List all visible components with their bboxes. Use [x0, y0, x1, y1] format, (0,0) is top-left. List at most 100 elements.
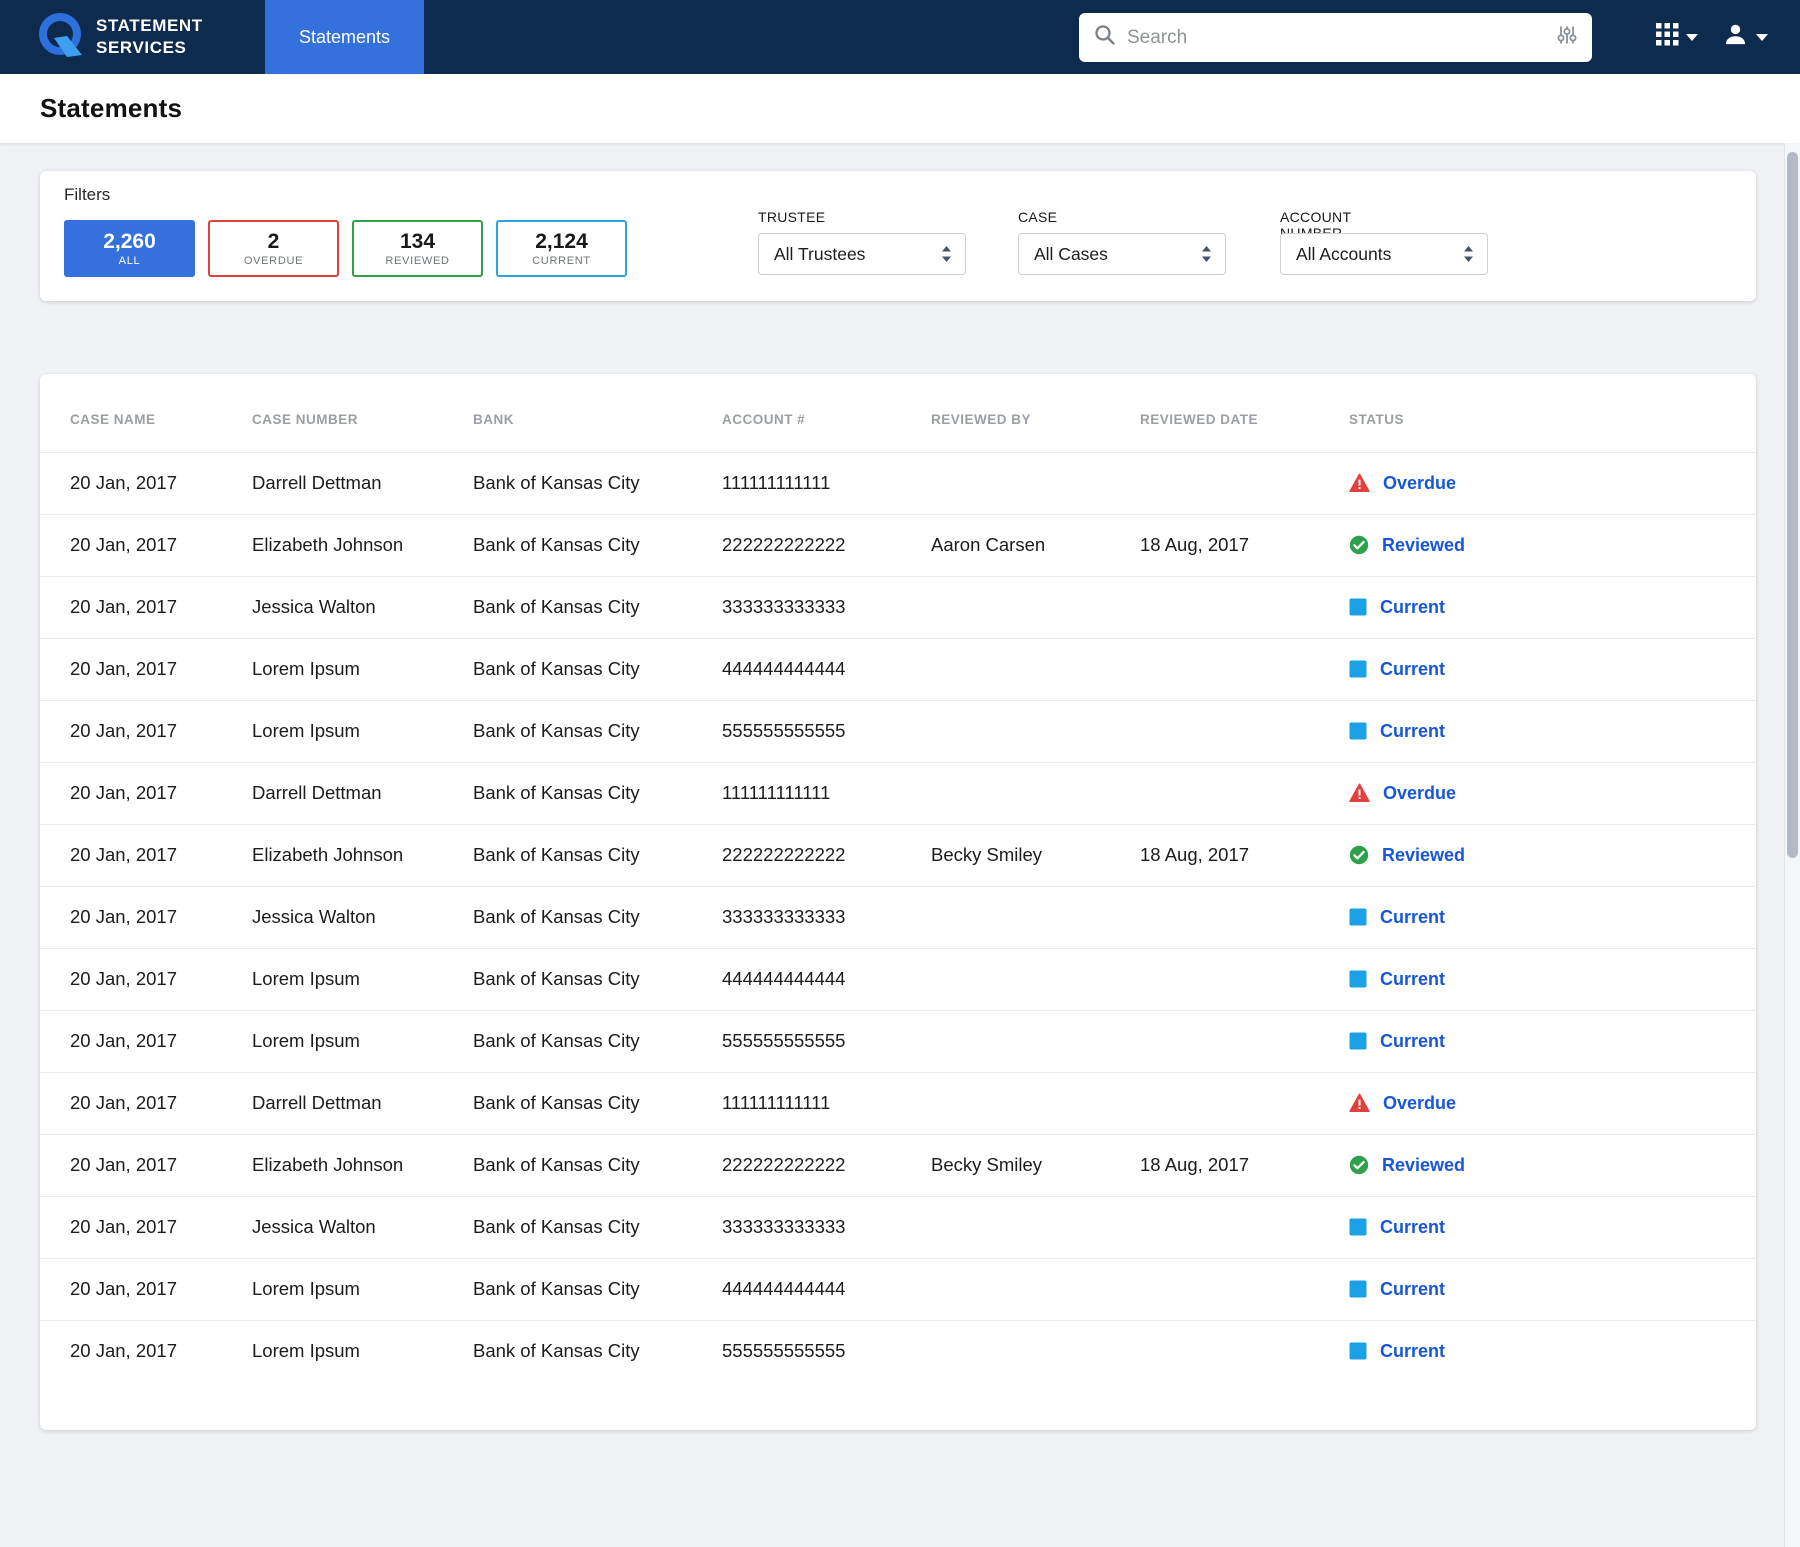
cell-bank: Bank of Kansas City: [473, 699, 722, 762]
cell-bank: Bank of Kansas City: [473, 1133, 722, 1196]
filter-box-reviewed[interactable]: 134 REVIEWED: [352, 220, 483, 277]
table-row[interactable]: 20 Jan, 2017 Jessica Walton Bank of Kansas…: [40, 575, 1756, 638]
square-icon: [1349, 598, 1367, 616]
account-menu-button[interactable]: [1722, 21, 1768, 53]
cell-bank: Bank of Kansas City: [473, 885, 722, 948]
filter-box-current[interactable]: 2,124 CURRENT: [496, 220, 627, 277]
status-badge[interactable]: Current: [1349, 887, 1748, 948]
page-title: Statements: [40, 93, 183, 123]
cell-reviewed-by: [931, 1009, 1140, 1072]
status-label: Current: [1380, 1030, 1446, 1051]
cell-reviewed-by: [931, 451, 1140, 514]
cell-bank: Bank of Kansas City: [473, 1319, 722, 1382]
cell-case-number: Darrell Dettman: [252, 1071, 473, 1134]
cell-status: Current: [1349, 575, 1756, 638]
top-navigation-bar: STATEMENT SERVICES Statements: [0, 0, 1800, 74]
status-badge[interactable]: Current: [1349, 1011, 1748, 1072]
chevron-down-icon: [1686, 33, 1698, 41]
status-badge[interactable]: Current: [1349, 1321, 1748, 1382]
logo-q-icon: [37, 11, 85, 64]
status-badge[interactable]: Current: [1349, 1197, 1748, 1258]
table-row[interactable]: 20 Jan, 2017 Elizabeth Johnson Bank of Kan…: [40, 1133, 1756, 1196]
status-label: Overdue: [1383, 1092, 1457, 1113]
square-icon: [1349, 970, 1367, 988]
table-row[interactable]: 20 Jan, 2017 Darrell Dettman Bank of Kansa…: [40, 1071, 1756, 1134]
overdue-count: 2: [267, 229, 280, 253]
status-badge[interactable]: Overdue: [1349, 763, 1748, 824]
tab-statements[interactable]: Statements: [265, 0, 424, 74]
brand[interactable]: STATEMENT SERVICES: [0, 11, 203, 64]
status-badge[interactable]: Current: [1349, 1259, 1748, 1320]
status-badge[interactable]: Current: [1349, 577, 1748, 638]
status-badge[interactable]: Current: [1349, 949, 1748, 1010]
cell-reviewed-date: [1140, 699, 1349, 762]
cell-bank: Bank of Kansas City: [473, 575, 722, 638]
all-count: 2,260: [103, 229, 156, 253]
table-row[interactable]: 20 Jan, 2017 Jessica Walton Bank of Kansas…: [40, 1195, 1756, 1258]
table-row[interactable]: 20 Jan, 2017 Darrell Dettman Bank of Kansa…: [40, 761, 1756, 824]
status-badge[interactable]: Current: [1349, 701, 1748, 762]
cell-account: 444444444444: [722, 1257, 931, 1320]
table-row[interactable]: 20 Jan, 2017 Darrell Dettman Bank of Kansa…: [40, 451, 1756, 514]
cell-case-name: 20 Jan, 2017: [40, 637, 252, 700]
case-select[interactable]: All Cases: [1018, 233, 1226, 275]
status-badge[interactable]: Reviewed: [1349, 1135, 1748, 1196]
search-bar: [1079, 13, 1592, 62]
statements-table: CASE NAME CASE NUMBER BANK ACCOUNT # REVIEWE…: [40, 374, 1756, 1382]
all-label: ALL: [118, 255, 141, 268]
filter-box-all[interactable]: 2,260 ALL: [64, 220, 195, 277]
square-icon: [1349, 722, 1367, 740]
cell-status: Current: [1349, 885, 1756, 948]
table-row[interactable]: 20 Jan, 2017 Jessica Walton Bank of Kansas…: [40, 885, 1756, 948]
table-row[interactable]: 20 Jan, 2017 Lorem Ipsum Bank of Kansas Ci…: [40, 1319, 1756, 1382]
column-header-3: ACCOUNT #: [722, 412, 806, 428]
filter-box-overdue[interactable]: 2 OVERDUE: [208, 220, 339, 277]
table-row[interactable]: 20 Jan, 2017 Elizabeth Johnson Bank of Kan…: [40, 823, 1756, 886]
status-badge[interactable]: Reviewed: [1349, 515, 1748, 576]
cell-reviewed-date: [1140, 1257, 1349, 1320]
account-number-selected-value: All Accounts: [1296, 243, 1392, 264]
page-header: Statements: [0, 74, 1800, 143]
status-label: Current: [1380, 968, 1446, 989]
vertical-scrollbar-thumb[interactable]: [1787, 152, 1798, 858]
table-row[interactable]: 20 Jan, 2017 Lorem Ipsum Bank of Kansas Ci…: [40, 947, 1756, 1010]
cell-case-number: Lorem Ipsum: [252, 1319, 473, 1382]
account-number-select[interactable]: All Accounts: [1280, 233, 1488, 275]
cell-reviewed-date: [1140, 575, 1349, 638]
search-input[interactable]: [1127, 26, 1546, 49]
search-filter-icon[interactable]: [1556, 24, 1578, 51]
cell-reviewed-by: [931, 1195, 1140, 1258]
cell-status: Overdue: [1349, 761, 1756, 824]
unfold-arrows-icon: [1464, 246, 1473, 262]
apps-menu-button[interactable]: [1656, 23, 1698, 51]
status-label: Current: [1380, 658, 1446, 679]
cell-bank: Bank of Kansas City: [473, 823, 722, 886]
table-row[interactable]: 20 Jan, 2017 Elizabeth Johnson Bank of Kan…: [40, 513, 1756, 576]
trustee-select[interactable]: All Trustees: [758, 233, 966, 275]
status-badge[interactable]: Overdue: [1349, 453, 1748, 514]
cell-reviewed-by: [931, 575, 1140, 638]
cell-case-name: 20 Jan, 2017: [40, 699, 252, 762]
status-label: Current: [1380, 720, 1446, 741]
table-row[interactable]: 20 Jan, 2017 Lorem Ipsum Bank of Kansas Ci…: [40, 699, 1756, 762]
status-badge[interactable]: Current: [1349, 639, 1748, 700]
table-row[interactable]: 20 Jan, 2017 Lorem Ipsum Bank of Kansas Ci…: [40, 1009, 1756, 1072]
square-icon: [1349, 660, 1367, 678]
cell-status: Current: [1349, 1319, 1756, 1382]
cell-status: Overdue: [1349, 1071, 1756, 1134]
vertical-scrollbar-track[interactable]: [1784, 143, 1800, 1547]
table-row[interactable]: 20 Jan, 2017 Lorem Ipsum Bank of Kansas Ci…: [40, 1257, 1756, 1320]
square-icon: [1349, 1032, 1367, 1050]
status-badge[interactable]: Reviewed: [1349, 825, 1748, 886]
cell-case-number: Elizabeth Johnson: [252, 1133, 473, 1196]
cell-case-number: Lorem Ipsum: [252, 1257, 473, 1320]
status-badge[interactable]: Overdue: [1349, 1073, 1748, 1134]
cell-case-name: 20 Jan, 2017: [40, 761, 252, 824]
cell-reviewed-date: [1140, 1009, 1349, 1072]
cell-account: 111111111111: [722, 761, 931, 824]
table-row[interactable]: 20 Jan, 2017 Lorem Ipsum Bank of Kansas Ci…: [40, 637, 1756, 700]
cell-status: Reviewed: [1349, 823, 1756, 886]
cell-bank: Bank of Kansas City: [473, 1195, 722, 1258]
cell-case-name: 20 Jan, 2017: [40, 513, 252, 576]
status-label: Reviewed: [1382, 534, 1466, 555]
